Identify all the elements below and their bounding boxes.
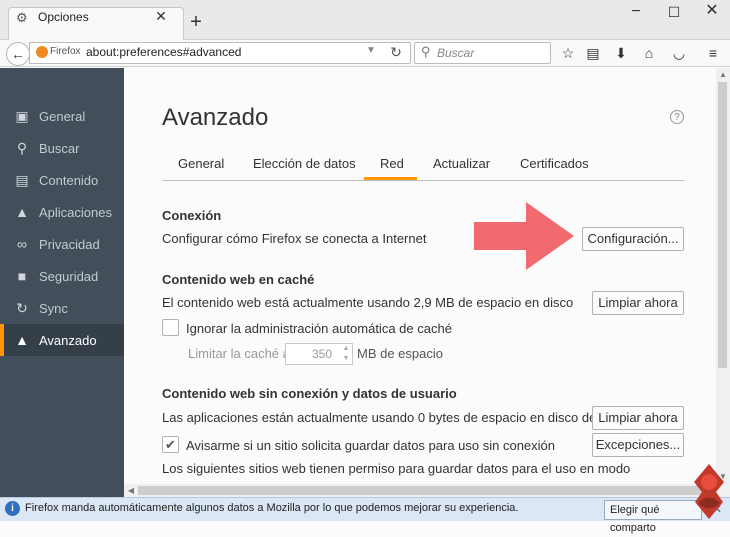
sidebar-item-label: Avanzado xyxy=(39,333,97,348)
sidebar-item-label: Aplicaciones xyxy=(39,205,112,220)
tab-actualizar[interactable]: Actualizar xyxy=(433,156,490,171)
menu-icon[interactable]: ≡ xyxy=(704,44,722,62)
cache-heading: Contenido web en caché xyxy=(162,272,315,287)
tab-certificados[interactable]: Certificados xyxy=(520,156,589,171)
scroll-left-icon[interactable]: ◀ xyxy=(124,484,138,497)
offline-allowed-text: Los siguientes sitios web tienen permiso… xyxy=(162,461,631,476)
cache-limit-label: Limitar la caché a xyxy=(188,346,290,361)
override-cache-label[interactable]: Ignorar la administración automática de … xyxy=(186,321,452,336)
general-icon: ▣ xyxy=(15,108,29,124)
search-icon: ⚲ xyxy=(16,140,28,156)
mask-icon: ∞ xyxy=(17,236,27,252)
sync-icon: ↻ xyxy=(16,300,28,316)
url-dropdown-icon[interactable]: ▼ xyxy=(366,45,376,56)
home-icon[interactable]: ⌂ xyxy=(640,44,658,62)
sidebar-item-label: Contenido xyxy=(39,173,99,188)
annotation-arrow xyxy=(474,202,574,270)
back-button[interactable]: ← xyxy=(6,42,30,66)
clear-cache-button[interactable]: Limpiar ahora xyxy=(592,291,684,315)
scroll-up-icon[interactable]: ▲ xyxy=(716,68,730,82)
sidebar-item-label: Sync xyxy=(39,301,68,316)
pocket-icon[interactable]: ◡ xyxy=(670,44,688,62)
firefox-icon xyxy=(36,46,48,58)
reload-icon[interactable]: ↻ xyxy=(388,44,404,60)
tab-eleccion-de-datos[interactable]: Elección de datos xyxy=(253,156,356,171)
tabs-divider xyxy=(162,180,684,181)
offline-usage-text: Las aplicaciones están actualmente usand… xyxy=(162,410,635,425)
offline-warn-label[interactable]: Avisarme si un sitio solicita guardar da… xyxy=(186,438,555,453)
lock-icon: ■ xyxy=(17,268,27,284)
spin-down-icon[interactable]: ▼ xyxy=(340,354,352,364)
minimize-window-button[interactable]: − xyxy=(628,4,644,20)
horizontal-scrollbar-thumb[interactable] xyxy=(138,486,702,495)
sidebar-item-label: Seguridad xyxy=(39,269,99,284)
connection-heading: Conexión xyxy=(162,208,222,223)
cache-limit-unit: MB de espacio xyxy=(357,346,443,361)
advanced-icon: ▲ xyxy=(15,332,29,348)
identity-label: Firefox xyxy=(50,46,81,57)
override-cache-checkbox[interactable] xyxy=(162,319,179,336)
notification-text: Firefox manda automáticamente algunos da… xyxy=(25,502,519,514)
close-window-button[interactable]: ✕ xyxy=(704,3,720,19)
gear-icon: ⚙ xyxy=(16,10,28,25)
rocket-icon: ▲ xyxy=(15,204,29,220)
active-tab-indicator xyxy=(364,177,417,180)
close-tab-icon[interactable]: ✕ xyxy=(153,8,169,24)
reading-list-icon[interactable]: ▤ xyxy=(584,44,602,62)
tab-general[interactable]: General xyxy=(178,156,224,171)
clear-offline-button[interactable]: Limpiar ahora xyxy=(592,406,684,430)
content-icon: ▤ xyxy=(15,172,29,188)
sidebar-item-label: Buscar xyxy=(39,141,80,156)
search-bar[interactable] xyxy=(414,42,551,64)
watermark-logo xyxy=(694,464,724,519)
new-tab-button[interactable]: + xyxy=(186,12,206,32)
connection-description: Configurar cómo Firefox se conecta a Int… xyxy=(162,231,427,246)
url-text[interactable]: about:preferences#advanced xyxy=(86,45,241,59)
bookmark-star-icon[interactable]: ☆ xyxy=(559,44,577,62)
maximize-window-button[interactable]: ☐ xyxy=(666,4,682,20)
cache-usage-text: El contenido web está actualmente usando… xyxy=(162,295,574,310)
offline-warn-checkbox[interactable]: ✔ xyxy=(162,436,179,453)
search-placeholder[interactable]: Buscar xyxy=(437,46,474,60)
tab-red[interactable]: Red xyxy=(380,156,404,171)
download-icon[interactable]: ⬇ xyxy=(612,44,630,62)
vertical-scrollbar-thumb[interactable] xyxy=(718,82,727,368)
help-icon[interactable]: ? xyxy=(670,110,684,124)
sidebar-item-label: General xyxy=(39,109,86,124)
tab-title: Opciones xyxy=(38,10,89,24)
exceptions-button[interactable]: Excepciones... xyxy=(592,433,684,457)
spin-up-icon[interactable]: ▲ xyxy=(340,344,352,354)
offline-heading: Contenido web sin conexión y datos de us… xyxy=(162,386,457,401)
search-icon: ⚲ xyxy=(421,44,431,59)
page-title: Avanzado xyxy=(162,104,269,131)
info-icon: i xyxy=(5,501,20,516)
connection-settings-button[interactable]: Configuración... xyxy=(582,227,684,251)
sidebar-item-label: Privacidad xyxy=(39,237,100,252)
